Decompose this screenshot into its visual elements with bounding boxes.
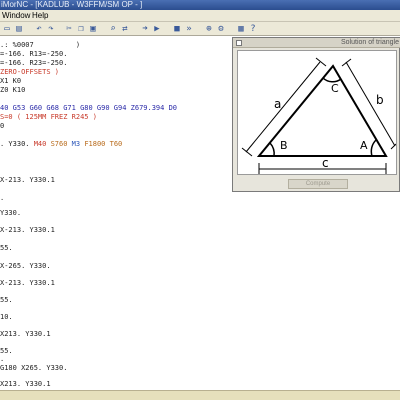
- label-side-a: a: [274, 97, 281, 111]
- code-line: Z0 K10: [0, 86, 26, 94]
- label-angle-b: B: [280, 139, 288, 152]
- code-line: 0: [0, 122, 5, 130]
- code-text: . Y330.: [0, 140, 34, 148]
- print-icon[interactable]: ▤: [14, 24, 24, 34]
- paste-icon[interactable]: ▣: [88, 24, 98, 34]
- code-line: X213. Y330.1: [0, 380, 51, 388]
- label-side-c: c: [322, 156, 329, 170]
- dimension-tick: [390, 143, 397, 150]
- redo-icon[interactable]: ↷: [46, 24, 56, 34]
- status-bar: [0, 390, 400, 400]
- code-line: .: [0, 194, 5, 202]
- code-line: X1 K0: [0, 77, 22, 85]
- code-line: X-213. Y330.1: [0, 226, 55, 234]
- toolbar: ▭ ▤ ↶ ↷ ✂ ❐ ▣ ⌕ ⇄ ➜ ▶ ■ » ⊕ ⚙ ▦ ?: [0, 22, 400, 36]
- find-icon[interactable]: ⌕: [108, 24, 118, 34]
- copy-icon[interactable]: ❐: [76, 24, 86, 34]
- stop-icon[interactable]: ■: [172, 24, 182, 34]
- code-line: 55.: [0, 296, 13, 304]
- save-icon[interactable]: ▭: [2, 24, 12, 34]
- run-icon[interactable]: ▶: [152, 24, 162, 34]
- code-line: X213. Y330.1: [0, 330, 51, 338]
- code-line: .: [0, 355, 5, 363]
- angle-a-arc: [370, 139, 377, 157]
- code-text: F1800 T60: [84, 140, 123, 148]
- code-line: =-166. R23=-250.: [0, 59, 68, 67]
- label-angle-a: A: [360, 139, 368, 152]
- angle-b-arc: [269, 142, 275, 157]
- code-text: M40: [33, 140, 51, 148]
- menu-window[interactable]: Window: [2, 10, 30, 22]
- window-title: iMorNC - [KADLUB - W3FFM/SM OP - ]: [1, 0, 143, 9]
- code-line: 40 G53 G60 G68 G71 G80 G90 G94 Z679.394 …: [0, 104, 178, 112]
- code-line: X-213. Y330.1: [0, 279, 55, 287]
- dimension-tick: [341, 58, 352, 67]
- dialog-title-bar: Solution of triangle: [233, 38, 400, 48]
- dimension-line-b: [345, 61, 396, 147]
- dimension-tick: [241, 147, 253, 157]
- code-line: 10.: [0, 313, 13, 321]
- code-line: S=0 ( 125MM FREZ R245 ): [0, 113, 97, 121]
- triangle-diagram: a b c B A C: [241, 57, 397, 174]
- code-line: X-213. Y330.1: [0, 176, 55, 184]
- zoom-icon[interactable]: ⊕: [204, 24, 214, 34]
- label-angle-c: C: [331, 82, 339, 95]
- settings-icon[interactable]: ⚙: [216, 24, 226, 34]
- code-line: 55.: [0, 244, 13, 252]
- dialog-title: Solution of triangle: [341, 39, 399, 46]
- code-text: ): [75, 41, 81, 49]
- compute-button[interactable]: Compute: [288, 179, 348, 189]
- window-title-bar: iMorNC - [KADLUB - W3FFM/SM OP - ]: [0, 0, 400, 10]
- code-line: =-166. R13=-250.: [0, 50, 68, 58]
- triangle-canvas: a b c B A C: [237, 50, 397, 175]
- code-text: S760: [50, 140, 72, 148]
- menu-help[interactable]: Help: [32, 10, 48, 22]
- step-icon[interactable]: »: [184, 24, 194, 34]
- code-line: X-265. Y330.: [0, 262, 51, 270]
- undo-icon[interactable]: ↶: [34, 24, 44, 34]
- dialog-app-icon: [236, 40, 242, 46]
- code-line: . Y330. M40 S760 M3 F1800 T60: [0, 140, 122, 149]
- triangle-dialog: Solution of triangle a b c B A C Compute: [232, 37, 400, 192]
- help-icon[interactable]: ?: [248, 24, 258, 34]
- calc-icon[interactable]: ▦: [236, 24, 246, 34]
- cut-icon[interactable]: ✂: [64, 24, 74, 34]
- label-side-b: b: [376, 93, 384, 107]
- replace-icon[interactable]: ⇄: [120, 24, 130, 34]
- code-line: Y330.: [0, 209, 22, 217]
- code-text: M3: [71, 140, 85, 148]
- goto-icon[interactable]: ➜: [140, 24, 150, 34]
- code-text: .: %0007: [0, 41, 34, 49]
- code-line: .: %0007 ): [0, 41, 80, 50]
- menu-bar: Window Help: [0, 10, 400, 22]
- code-line: ZERO-OFFSETS ): [0, 68, 60, 76]
- code-line: G180 X265. Y330.: [0, 364, 68, 372]
